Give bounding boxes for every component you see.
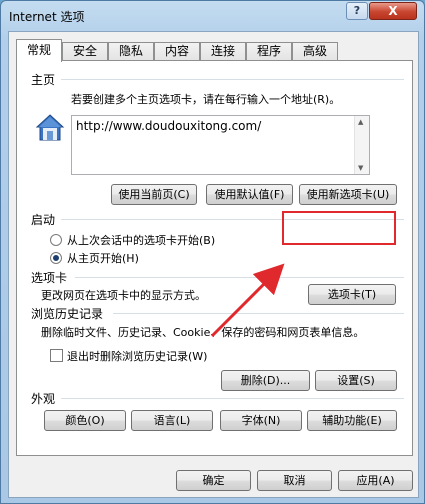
annotation-arrow-icon: [210, 263, 285, 338]
tab-general[interactable]: 常规: [16, 39, 62, 62]
